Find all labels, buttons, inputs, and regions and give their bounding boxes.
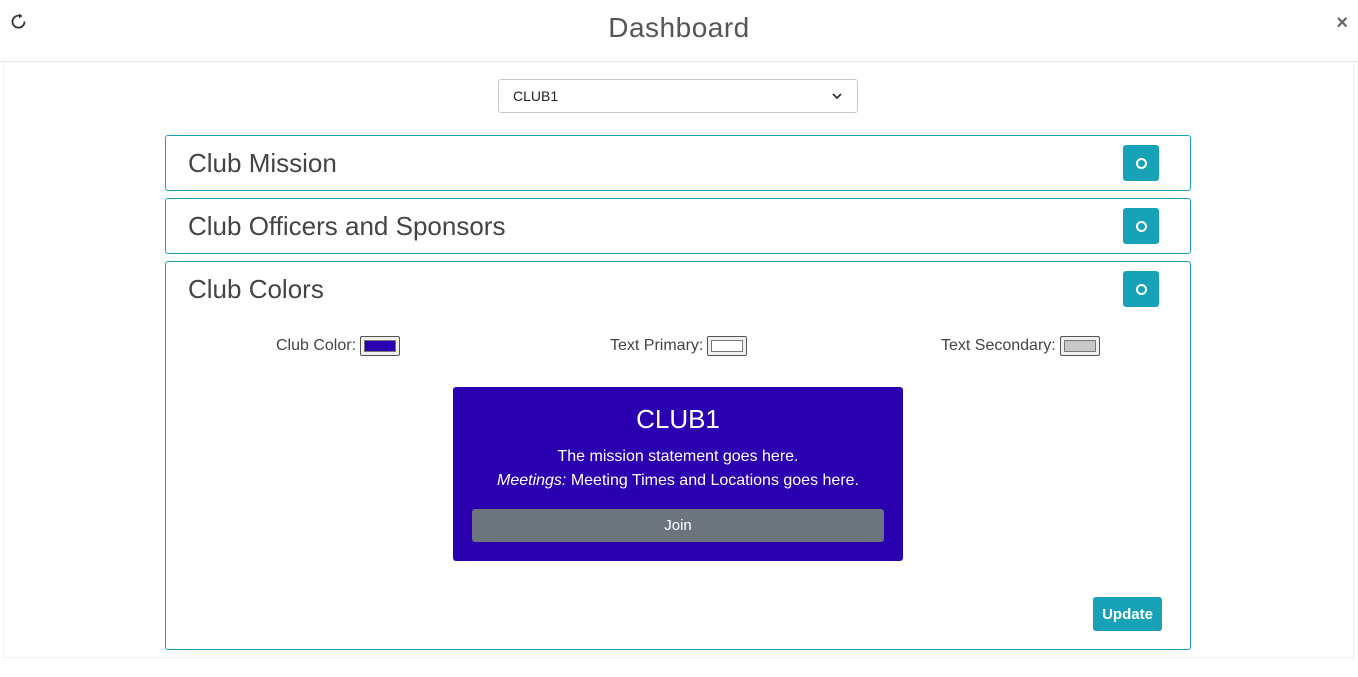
circle-icon [1135,283,1147,295]
page-title: Dashboard [608,12,750,43]
preview-meetings: Meetings: Meeting Times and Locations go… [453,472,903,490]
text-secondary-row: Text Secondary: [941,336,1100,356]
update-button[interactable]: Update [1093,597,1162,631]
join-button[interactable]: Join [472,509,884,542]
modal-header: Dashboard × [0,0,1358,62]
text-primary-row: Text Primary: [610,336,748,356]
panel-club-officers: Club Officers and Sponsors [165,198,1191,254]
club-color-label: Club Color: [276,337,357,354]
text-primary-label: Text Primary: [610,337,704,354]
toggle-club-colors-button[interactable] [1123,271,1159,307]
toggle-club-officers-button[interactable] [1123,208,1159,244]
panel-club-mission: Club Mission [165,135,1191,191]
club-color-picker[interactable] [360,336,401,356]
circle-icon [1135,220,1147,232]
toggle-club-mission-button[interactable] [1123,145,1159,181]
panel-title: Club Colors [188,274,324,304]
club-color-row: Club Color: [276,336,401,356]
panel-title: Club Mission [188,148,337,178]
text-secondary-label: Text Secondary: [941,337,1056,354]
text-primary-picker[interactable] [707,336,748,356]
meetings-text: Meeting Times and Locations goes here. [566,472,859,489]
preview-club-name: CLUB1 [636,404,720,434]
preview-mission: The mission statement goes here. [557,448,799,465]
close-icon[interactable]: × [1336,12,1348,34]
chevron-down-icon [832,93,842,100]
circle-icon [1135,157,1147,169]
text-secondary-picker[interactable] [1059,336,1100,356]
meetings-label: Meetings: [497,472,567,489]
panel-title: Club Officers and Sponsors [188,211,506,241]
club-select[interactable]: CLUB1 [498,79,858,113]
club-select-value: CLUB1 [513,88,559,104]
club-preview-card: CLUB1 The mission statement goes here. M… [453,387,903,561]
